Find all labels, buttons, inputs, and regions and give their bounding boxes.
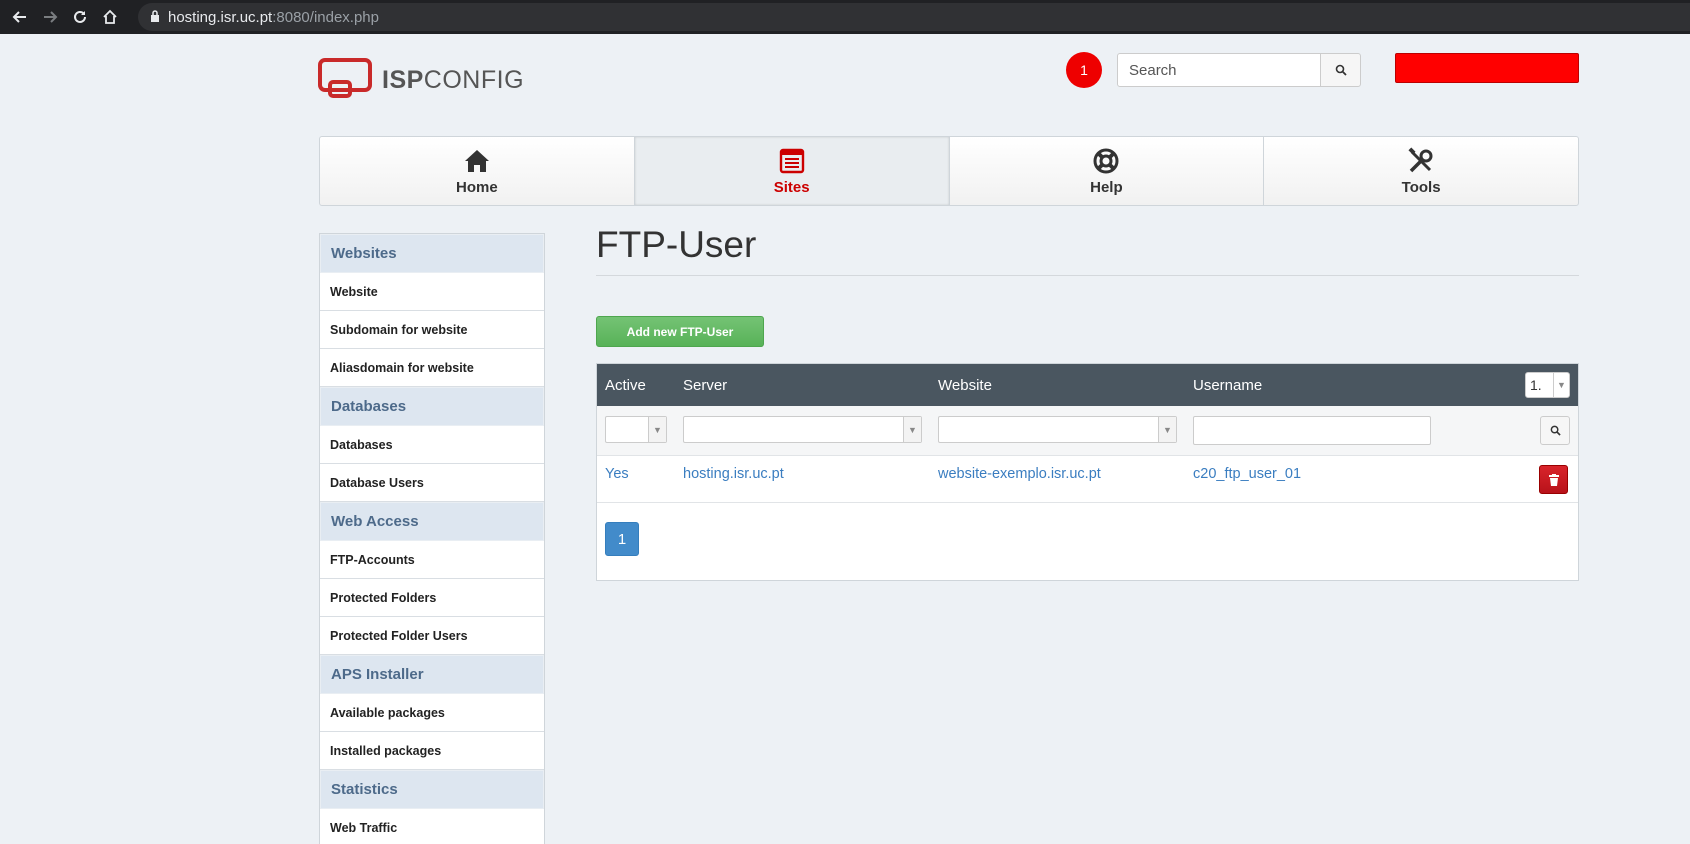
sidebar-item-available-packages[interactable]: Available packages	[320, 694, 544, 732]
filter-username-input[interactable]	[1193, 416, 1431, 445]
filter-active-select[interactable]: ▼	[605, 416, 667, 443]
cell-website[interactable]: website-exemplo.isr.uc.pt	[938, 466, 1101, 482]
sidebar-section-statistics: Statistics	[320, 770, 544, 809]
ispconfig-logo[interactable]: ISPCONFIG	[318, 58, 524, 102]
chevron-down-icon: ▼	[648, 417, 666, 442]
column-header-active[interactable]: Active	[605, 377, 646, 394]
tab-help-label: Help	[1090, 178, 1123, 196]
column-header-server[interactable]: Server	[683, 377, 727, 394]
table-row: Yes hosting.isr.uc.pt website-exemplo.is…	[597, 456, 1578, 503]
tab-home[interactable]: Home	[320, 137, 635, 205]
column-header-username[interactable]: Username	[1193, 377, 1262, 394]
filter-search-button[interactable]	[1540, 416, 1570, 445]
sidebar-section-aps-installer: APS Installer	[320, 655, 544, 694]
url-host: hosting.isr.uc.pt	[168, 8, 273, 26]
logo-monitor-icon	[318, 58, 372, 98]
sidebar: Websites Website Subdomain for website A…	[319, 233, 545, 844]
search-button[interactable]	[1320, 53, 1361, 87]
browser-toolbar: hosting.isr.uc.pt:8080/index.php	[0, 0, 1690, 34]
sidebar-item-database-users[interactable]: Database Users	[320, 464, 544, 502]
sidebar-section-databases: Databases	[320, 387, 544, 426]
notification-badge[interactable]: 1	[1066, 52, 1102, 88]
user-menu-button[interactable]	[1395, 53, 1579, 83]
home-nav-icon[interactable]	[100, 7, 120, 27]
cell-username[interactable]: c20_ftp_user_01	[1193, 466, 1301, 482]
main-navigation: Home Sites Help Tools	[319, 136, 1579, 206]
search-icon	[1335, 64, 1347, 76]
reload-icon[interactable]	[70, 7, 90, 27]
tab-help[interactable]: Help	[950, 137, 1265, 205]
filter-website-select[interactable]: ▼	[938, 416, 1177, 443]
tab-home-label: Home	[456, 178, 498, 196]
lifebuoy-icon	[1093, 148, 1119, 173]
tab-tools[interactable]: Tools	[1264, 137, 1578, 205]
page-size-value: 1.	[1530, 377, 1542, 393]
search-icon	[1550, 425, 1561, 436]
sidebar-item-protected-folder-users[interactable]: Protected Folder Users	[320, 617, 544, 655]
tab-tools-label: Tools	[1401, 178, 1441, 196]
pagination-page-1[interactable]: 1	[605, 522, 639, 556]
tab-sites[interactable]: Sites	[634, 137, 950, 205]
table-header: Active Server Website Username 1. ▼	[597, 364, 1578, 406]
filter-server-select[interactable]: ▼	[683, 416, 922, 443]
search-input[interactable]	[1117, 53, 1321, 87]
logo-text-bold: ISP	[382, 65, 424, 94]
sidebar-section-websites: Websites	[320, 234, 544, 273]
add-ftp-user-button[interactable]: Add new FTP-User	[596, 316, 764, 347]
address-bar[interactable]: hosting.isr.uc.pt:8080/index.php	[138, 3, 1690, 31]
filter-row: ▼ ▼ ▼	[597, 406, 1578, 456]
sidebar-section-web-access: Web Access	[320, 502, 544, 541]
column-header-website[interactable]: Website	[938, 377, 992, 394]
url-path: :8080/index.php	[272, 8, 379, 26]
cell-active[interactable]: Yes	[605, 466, 629, 482]
tab-sites-label: Sites	[773, 178, 810, 196]
tools-icon	[1408, 146, 1433, 172]
trash-icon	[1548, 473, 1559, 486]
back-icon[interactable]	[10, 7, 30, 27]
sidebar-item-installed-packages[interactable]: Installed packages	[320, 732, 544, 770]
page-size-select[interactable]: 1. ▼	[1525, 372, 1570, 398]
sidebar-item-ftp-accounts[interactable]: FTP-Accounts	[320, 541, 544, 579]
page-title: FTP-User	[596, 224, 757, 265]
sidebar-item-web-traffic[interactable]: Web Traffic	[320, 809, 544, 844]
lock-icon	[150, 9, 160, 26]
delete-button[interactable]	[1539, 465, 1568, 494]
title-divider	[596, 275, 1579, 276]
sidebar-item-databases[interactable]: Databases	[320, 426, 544, 464]
cell-server[interactable]: hosting.isr.uc.pt	[683, 466, 784, 482]
forward-icon[interactable]	[40, 7, 60, 27]
sidebar-item-protected-folders[interactable]: Protected Folders	[320, 579, 544, 617]
ftp-user-table: Active Server Website Username 1. ▼ ▼ ▼ …	[596, 363, 1579, 581]
sidebar-item-subdomain[interactable]: Subdomain for website	[320, 311, 544, 349]
chevron-down-icon: ▼	[903, 417, 921, 442]
chevron-down-icon: ▼	[1158, 417, 1176, 442]
sidebar-item-aliasdomain[interactable]: Aliasdomain for website	[320, 349, 544, 387]
sites-icon	[779, 148, 804, 173]
sidebar-item-website[interactable]: Website	[320, 273, 544, 311]
logo-text-light: CONFIG	[423, 65, 525, 94]
chevron-down-icon: ▼	[1553, 373, 1569, 397]
home-icon	[464, 149, 489, 172]
